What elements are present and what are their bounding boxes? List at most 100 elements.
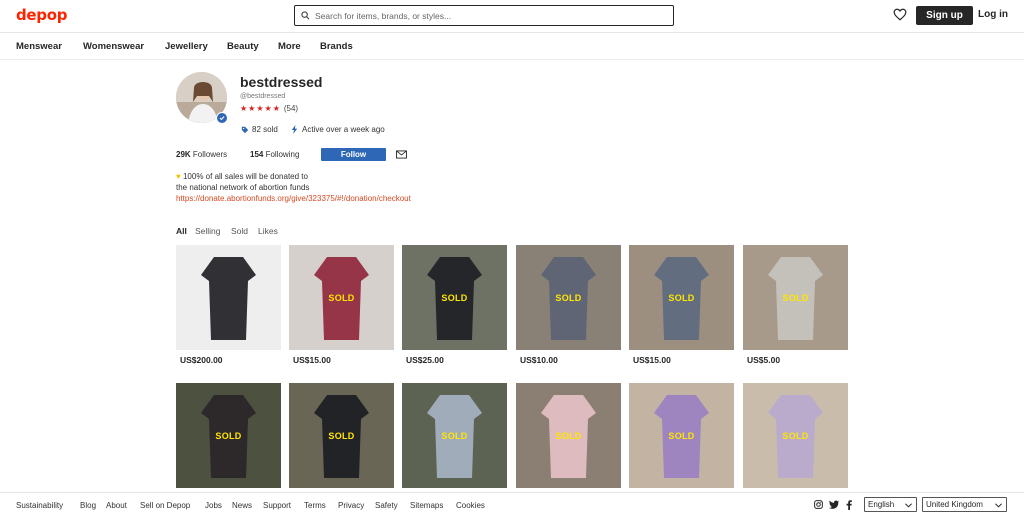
nav-more[interactable]: More — [278, 41, 301, 52]
sign-up-button[interactable]: Sign up — [916, 6, 973, 25]
sold-badge: SOLD — [555, 292, 582, 303]
rating-count: (54) — [283, 104, 299, 113]
depop-logo[interactable]: depop — [16, 6, 68, 24]
rating[interactable]: ★ ★ ★ ★ ★ (54) — [240, 104, 298, 113]
bio-line-1: ♥ 100% of all sales will be donated to — [176, 171, 411, 182]
sold-badge: SOLD — [441, 430, 468, 441]
footer-link-sitemaps[interactable]: Sitemaps — [410, 501, 443, 510]
product-price: US$25.00 — [406, 355, 444, 365]
product-card[interactable]: SOLD — [289, 383, 394, 488]
footer-link-safety[interactable]: Safety — [375, 501, 398, 510]
star-icon: ★ — [240, 104, 248, 113]
followers-count: 29K — [176, 150, 191, 159]
mail-icon[interactable] — [396, 150, 407, 159]
tab-all[interactable]: All — [176, 226, 187, 236]
search-bar[interactable] — [294, 5, 674, 26]
footer-link-news[interactable]: News — [232, 501, 252, 510]
product-price: US$5.00 — [747, 355, 781, 365]
product-card[interactable]: SOLD — [516, 245, 621, 350]
chevron-down-icon — [905, 503, 912, 508]
footer-link-about[interactable]: About — [106, 501, 127, 510]
product-card[interactable]: SOLD — [176, 383, 281, 488]
star-icon: ★ — [248, 104, 256, 113]
sold-badge: SOLD — [328, 292, 355, 303]
followers[interactable]: 29K Followers — [176, 150, 227, 159]
tab-likes[interactable]: Likes — [258, 226, 278, 236]
tab-sold[interactable]: Sold — [231, 226, 248, 236]
footer-link-jobs[interactable]: Jobs — [205, 501, 222, 510]
sold-badge: SOLD — [555, 430, 582, 441]
star-icon: ★ — [256, 104, 264, 113]
sold-badge: SOLD — [215, 430, 242, 441]
product-price: US$200.00 — [180, 355, 223, 365]
star-icon: ★ — [272, 104, 280, 113]
star-icon: ★ — [264, 104, 272, 113]
product-card[interactable] — [176, 245, 281, 350]
active-status-label: Active over a week ago — [302, 125, 385, 134]
footer-link-sell-on-depop[interactable]: Sell on Depop — [140, 501, 190, 510]
product-price: US$10.00 — [520, 355, 558, 365]
footer-link-terms[interactable]: Terms — [304, 501, 326, 510]
log-in-link[interactable]: Log in — [978, 9, 1008, 20]
facebook-icon[interactable] — [846, 500, 852, 510]
verified-badge-icon — [216, 112, 228, 124]
bio-text-1: 100% of all sales will be donated to — [182, 172, 308, 181]
lightning-icon — [291, 125, 298, 134]
search-input[interactable] — [315, 10, 655, 21]
sold-badge: SOLD — [782, 430, 809, 441]
sold-badge: SOLD — [328, 430, 355, 441]
following[interactable]: 154 Following — [250, 150, 299, 159]
sold-badge: SOLD — [782, 292, 809, 303]
footer-link-sustainability[interactable]: Sustainability — [16, 501, 63, 510]
product-card[interactable]: SOLD — [402, 383, 507, 488]
sold-count-label: 82 sold — [252, 125, 278, 134]
country-select[interactable]: United Kingdom — [922, 497, 1007, 512]
heart-icon[interactable] — [893, 8, 907, 21]
footer-link-privacy[interactable]: Privacy — [338, 501, 364, 510]
category-nav: Menswear Womenswear Jewellery Beauty Mor… — [0, 33, 1024, 60]
instagram-icon[interactable] — [814, 500, 823, 509]
yellow-heart-icon: ♥ — [176, 172, 181, 181]
footer-link-support[interactable]: Support — [263, 501, 291, 510]
followers-label: Followers — [192, 150, 228, 159]
product-price: US$15.00 — [633, 355, 671, 365]
sold-badge: SOLD — [441, 292, 468, 303]
header: depop Sign up Log in — [0, 0, 1024, 33]
profile-bio: ♥ 100% of all sales will be donated to t… — [176, 171, 411, 204]
bio-line-2: the national network of abortion funds — [176, 183, 310, 192]
footer: Sustainability Blog About Sell on Depop … — [0, 492, 1024, 515]
product-card[interactable]: SOLD — [289, 245, 394, 350]
donation-link[interactable]: https://donate.abortionfunds.org/give/32… — [176, 193, 411, 204]
profile-handle: @bestdressed — [240, 93, 286, 100]
sold-badge: SOLD — [668, 430, 695, 441]
product-card[interactable]: SOLD — [629, 245, 734, 350]
twitter-icon[interactable] — [829, 500, 839, 509]
nav-brands[interactable]: Brands — [320, 41, 353, 52]
product-image — [201, 257, 256, 340]
following-count: 154 — [250, 150, 264, 159]
product-card[interactable]: SOLD — [516, 383, 621, 488]
footer-link-blog[interactable]: Blog — [80, 501, 96, 510]
language-select[interactable]: English — [864, 497, 917, 512]
sold-count: 82 sold — [241, 125, 278, 134]
chevron-down-icon — [995, 503, 1002, 508]
product-price: US$15.00 — [293, 355, 331, 365]
nav-beauty[interactable]: Beauty — [227, 41, 259, 52]
nav-menswear[interactable]: Menswear — [16, 41, 62, 52]
product-card[interactable]: SOLD — [402, 245, 507, 350]
tab-selling[interactable]: Selling — [195, 226, 221, 236]
active-status: Active over a week ago — [291, 125, 385, 134]
sold-badge: SOLD — [668, 292, 695, 303]
nav-womenswear[interactable]: Womenswear — [83, 41, 144, 52]
follow-button[interactable]: Follow — [321, 148, 386, 161]
search-icon — [301, 11, 310, 20]
tag-icon — [241, 126, 249, 133]
nav-jewellery[interactable]: Jewellery — [165, 41, 208, 52]
product-card[interactable]: SOLD — [743, 383, 848, 488]
footer-link-cookies[interactable]: Cookies — [456, 501, 485, 510]
country-selected: United Kingdom — [926, 500, 983, 509]
product-card[interactable]: SOLD — [629, 383, 734, 488]
product-card[interactable]: SOLD — [743, 245, 848, 350]
following-label: Following — [265, 150, 300, 159]
language-selected: English — [868, 500, 895, 509]
